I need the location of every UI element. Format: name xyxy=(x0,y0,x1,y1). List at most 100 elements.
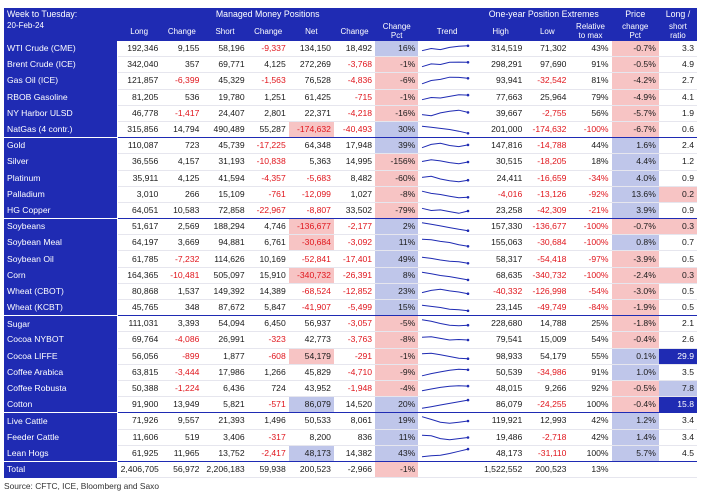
cell-chg3: 14,995 xyxy=(333,153,376,171)
table-row: Cocoa LIFFE 56,056 -899 1,877 -608 54,179 -291… xyxy=(4,348,697,365)
total-change-net: -2,966 xyxy=(333,461,376,479)
total-label: Total xyxy=(4,461,118,478)
cell-short: 45,739 xyxy=(202,137,248,155)
cell-ratio: 2.6 xyxy=(658,331,697,349)
table-row: Cocoa NYBOT 69,764 -4,086 26,991 -323 42,773-… xyxy=(4,331,697,349)
cell-net: 54,179 xyxy=(288,348,334,365)
row-commodity-name: Wheat (CBOT) xyxy=(4,283,118,300)
table-body: WTI Crude (CME) 192,346 9,155 58,196 -9,337 1… xyxy=(4,41,697,462)
trend-line xyxy=(422,109,469,117)
cell-net: 48,173 xyxy=(288,445,334,462)
trend-sparkline xyxy=(422,222,470,233)
cell-low: -18,205 xyxy=(525,153,570,171)
cell-pct: -1% xyxy=(375,348,419,365)
cell-price: -0.5% xyxy=(611,380,659,398)
cell-short: 505,097 xyxy=(202,267,248,284)
cell-short: 58,196 xyxy=(202,41,248,58)
cell-pct: -4% xyxy=(375,380,419,398)
table-row: Cotton 91,900 13,949 5,821 -571 86,079 14,520 2… xyxy=(4,396,697,414)
trend-last-point xyxy=(467,61,470,64)
trend-line xyxy=(422,385,469,392)
trend-line xyxy=(422,207,469,214)
trend-sparkline xyxy=(422,175,470,182)
cell-rel: -84% xyxy=(569,299,612,317)
cell-low: 97,690 xyxy=(525,56,570,74)
trend-last-point xyxy=(467,435,470,439)
cell-ratio: 2.7 xyxy=(658,72,697,90)
trend-last-point xyxy=(467,357,470,360)
cell-rel: 100% xyxy=(569,445,612,462)
cell-short: 3,406 xyxy=(202,429,248,446)
trend-line xyxy=(422,143,469,149)
cell-price: -4.9% xyxy=(611,89,659,106)
cell-chg2: 6,450 xyxy=(247,315,289,333)
trend-sparkline xyxy=(422,319,470,327)
total-low: 200,523 xyxy=(525,461,570,479)
cell-price: 0.1% xyxy=(611,348,659,365)
col-trend: Trend xyxy=(418,21,476,41)
cell-ratio: 15.8 xyxy=(658,396,697,414)
cell-high: 228,680 xyxy=(475,315,526,333)
cell-short: 94,881 xyxy=(202,234,248,252)
cell-low: 71,302 xyxy=(525,41,570,58)
total-net: 200,523 xyxy=(288,461,334,479)
cell-trend xyxy=(418,56,476,74)
total-high: 1,522,552 xyxy=(475,461,526,479)
trend-last-point xyxy=(467,292,470,295)
cell-chg2: -761 xyxy=(247,186,289,203)
cell-trend xyxy=(418,186,476,203)
cell-low: -174,632 xyxy=(525,121,570,139)
cell-chg2: 4,746 xyxy=(247,218,289,236)
cell-chg3: -5,499 xyxy=(333,299,376,317)
cell-rel: 100% xyxy=(569,396,612,414)
cell-trend xyxy=(418,348,476,365)
cell-short: 72,858 xyxy=(202,202,248,220)
cell-ratio: 0.5 xyxy=(658,250,697,268)
cell-low: -34,986 xyxy=(525,364,570,381)
trend-last-point xyxy=(467,245,470,248)
row-commodity-name: Wheat (KCBT) xyxy=(4,299,118,317)
cell-chg1: -6,399 xyxy=(161,72,203,90)
cell-chg3: -3,763 xyxy=(333,331,376,349)
cell-long: 35,911 xyxy=(117,170,162,187)
row-commodity-name: Palladium xyxy=(4,186,118,203)
cell-high: 48,015 xyxy=(475,380,526,398)
cell-pct: 23% xyxy=(375,283,419,301)
cell-chg3: -2,177 xyxy=(333,218,376,236)
cell-pct: -8% xyxy=(375,331,419,349)
cell-ratio: 0.2 xyxy=(658,186,697,203)
trend-sparkline xyxy=(422,190,470,199)
trend-sparkline xyxy=(422,304,470,313)
cell-chg1: -3,444 xyxy=(161,364,203,381)
cell-net: 22,371 xyxy=(288,105,334,122)
cell-pct: 49% xyxy=(375,250,419,268)
cell-net: -12,099 xyxy=(288,186,334,203)
cell-high: 77,663 xyxy=(475,89,526,106)
cell-net: 134,150 xyxy=(288,41,334,58)
cell-price: -4.2% xyxy=(611,72,659,90)
cell-pct: -60% xyxy=(375,170,419,187)
cell-chg1: 11,965 xyxy=(161,445,203,462)
cell-net: 45,829 xyxy=(288,364,334,381)
cell-trend xyxy=(418,364,476,381)
table-row: Palladium 3,010 266 15,109 -761 -12,099 1,027-… xyxy=(4,186,697,203)
trend-last-point xyxy=(467,209,470,213)
cell-trend xyxy=(418,41,476,58)
cell-ratio: 0.6 xyxy=(658,121,697,139)
row-commodity-name: Brent Crude (ICE) xyxy=(4,56,118,73)
cell-chg2: -4,357 xyxy=(247,170,289,187)
cell-ratio: 7.8 xyxy=(658,380,697,398)
cell-chg2: 15,910 xyxy=(247,267,289,284)
cell-low: 54,179 xyxy=(525,348,570,365)
cell-high: 119,921 xyxy=(475,412,526,430)
cell-short: 26,991 xyxy=(202,331,248,349)
table-row: Wheat (KCBT) 45,765 348 87,672 5,847 -41,907-… xyxy=(4,299,697,317)
cell-chg3: -4,836 xyxy=(333,72,376,90)
positions-table: Week to Tuesday: Managed Money Positions… xyxy=(4,8,697,479)
cell-pct: 30% xyxy=(375,121,419,139)
row-commodity-name: Silver xyxy=(4,153,118,170)
cell-ratio: 3.3 xyxy=(658,41,697,58)
cell-chg1: 3,669 xyxy=(161,234,203,252)
cell-net: 61,425 xyxy=(288,89,334,106)
cell-net: -41,907 xyxy=(288,299,334,317)
